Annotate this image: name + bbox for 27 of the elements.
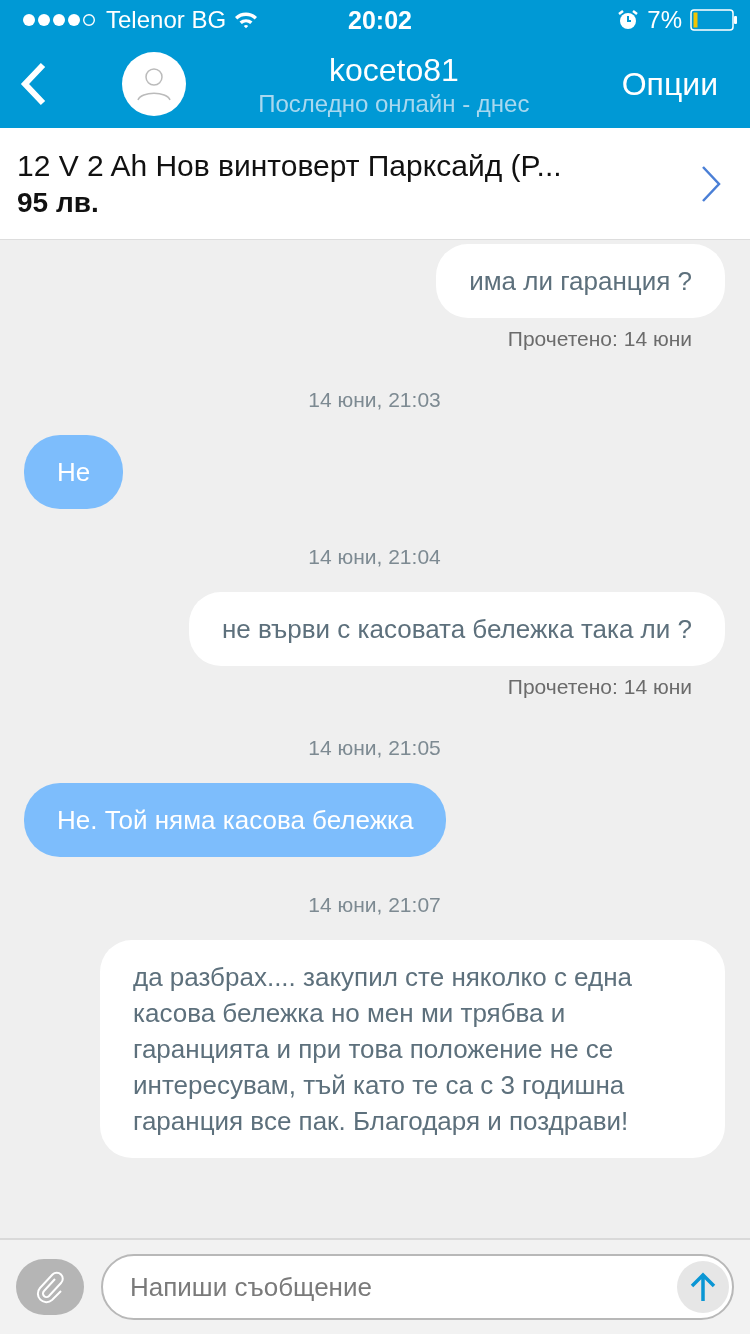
listing-banner[interactable]: 12 V 2 Ah Нов винтоверт Парксайд (P... 95 лв. (0, 128, 750, 240)
timestamp: 14 юни, 21:05 (308, 736, 441, 760)
clock-time: 20:02 (348, 5, 412, 35)
contact-name: koceto81 (328, 51, 459, 90)
message-bubble: има ли гаранция ? (436, 244, 725, 318)
message-bubble: не върви с касовата бележка така ли ? (189, 592, 725, 666)
signal-icon (22, 13, 98, 27)
carrier-name: Telenor BG (106, 6, 227, 34)
battery-icon (690, 9, 738, 31)
timestamp: 14 юни, 21:07 (308, 893, 441, 917)
message-bubble: Не. Той няма касова бележка (24, 783, 447, 857)
timestamp: 14 юни, 21:03 (308, 388, 441, 412)
message-bubble: да разбрах.... закупил сте няколко с една касова бележка но мен ми трябва и гаранцията и при това положение не се интересувам, тъй като те са с 3 годишна гаранция все пак. Благодаря и поздрави! (100, 940, 725, 1158)
read-receipt: Прочетено: 14 юни (507, 327, 692, 351)
paperclip-icon (35, 1270, 65, 1304)
battery-percent: 7% (647, 6, 682, 34)
message-bubble: Не (24, 435, 124, 509)
listing-title: 12 V 2 Ah Нов винтоверт Парксайд (P... (17, 148, 563, 183)
wifi-icon (234, 11, 259, 29)
arrow-up-icon (689, 1271, 717, 1303)
listing-price: 95 лв. (17, 186, 100, 219)
message-input-field[interactable]: Напиши съобщение (101, 1254, 734, 1320)
last-seen-status: Последно онлайн - днес (258, 90, 530, 118)
attach-button[interactable] (16, 1259, 84, 1315)
alarm-icon (617, 9, 640, 31)
timestamp: 14 юни, 21:04 (308, 545, 441, 569)
read-receipt: Прочетено: 14 юни (507, 675, 692, 699)
